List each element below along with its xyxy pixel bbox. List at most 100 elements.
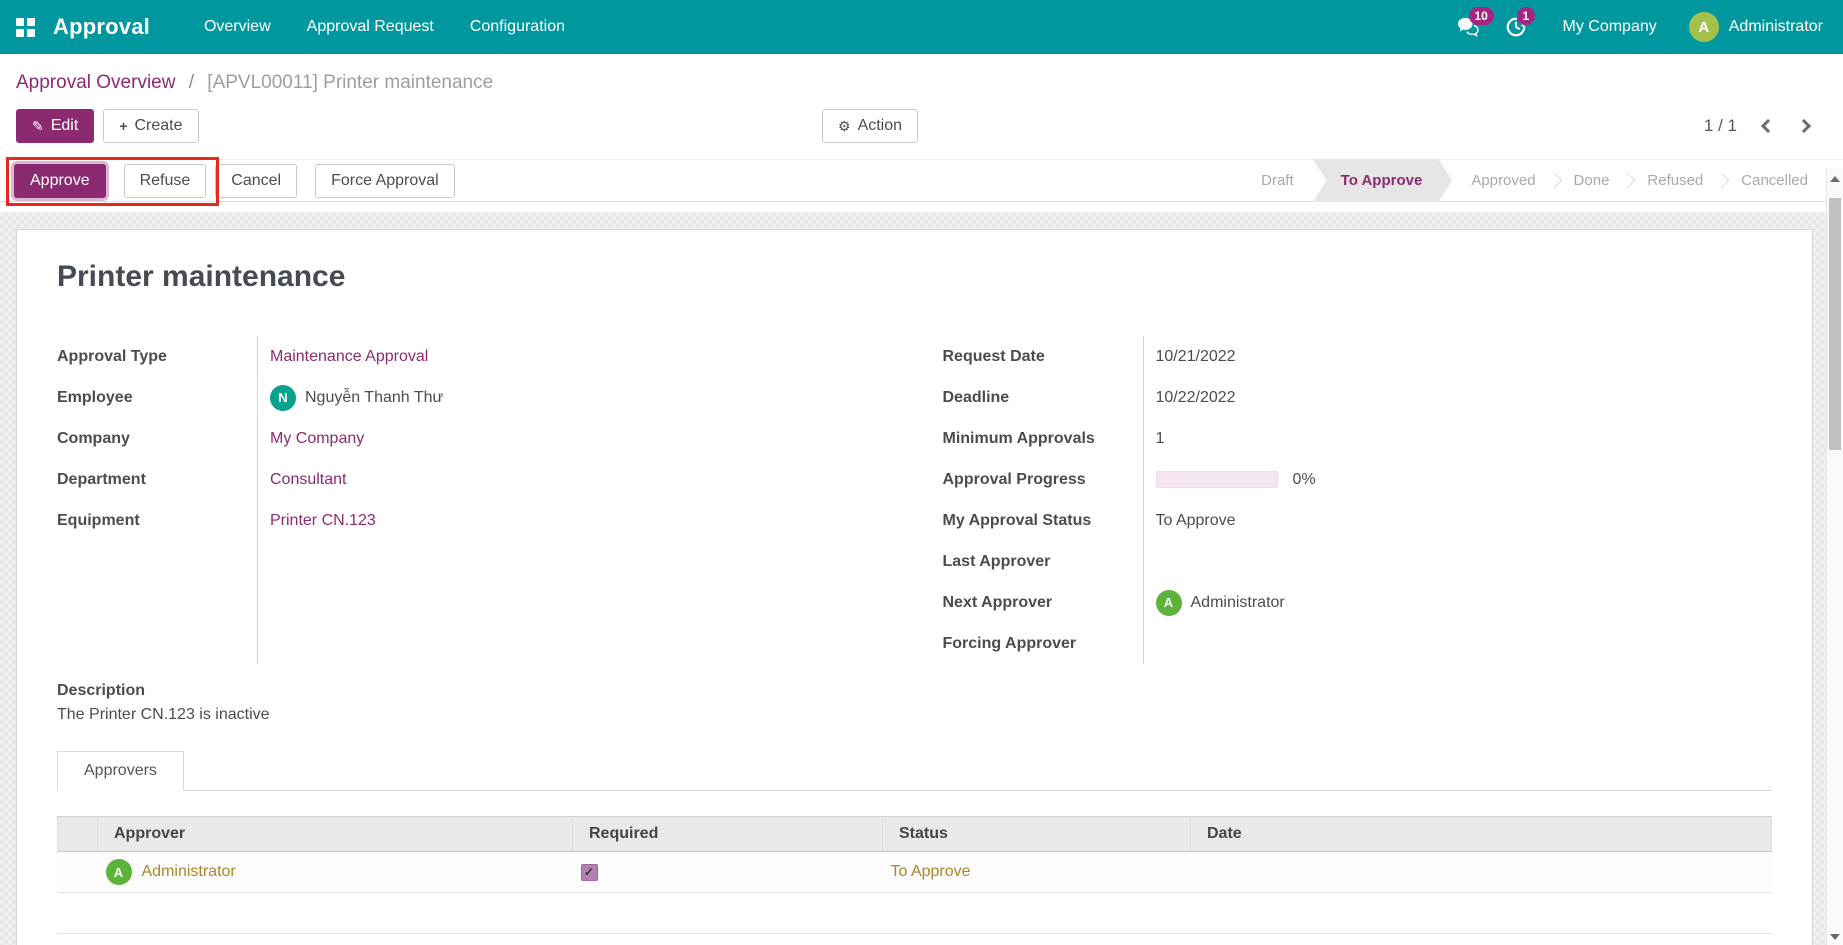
user-menu[interactable]: A Administrator <box>1688 12 1823 42</box>
field-last-approver: Last Approver <box>942 552 1051 570</box>
vertical-scrollbar[interactable] <box>1826 168 1843 945</box>
main-menu: Overview Approval Request Configuration <box>190 2 579 52</box>
content-area: Printer maintenance Approval Type Mainte… <box>0 212 1826 945</box>
state-to-approve[interactable]: To Approve <box>1313 159 1453 202</box>
approve-button[interactable]: Approve <box>14 163 106 198</box>
control-panel: Approval Overview / [APVL00011] Printer … <box>0 54 1843 159</box>
row-handle-cell <box>57 851 98 893</box>
table-empty-row <box>57 892 1772 934</box>
field-my-approval-status: My Approval Status To Approve <box>942 511 1236 529</box>
employee-name[interactable]: Nguyễn Thanh Thư <box>305 389 443 407</box>
user-name: Administrator <box>1728 18 1823 35</box>
approvers-table: Approver Required Status Date A Administ… <box>57 816 1772 934</box>
department-link[interactable]: Consultant <box>270 471 347 489</box>
apps-grid-icon[interactable] <box>16 17 35 37</box>
description-text: The Printer CN.123 is inactive <box>57 706 270 723</box>
column-status[interactable]: Status <box>882 816 1191 852</box>
tab-approvers[interactable]: Approvers <box>57 751 184 791</box>
record-title: Printer maintenance <box>57 260 346 293</box>
approval-type-link[interactable]: Maintenance Approval <box>270 348 428 366</box>
approval-progress-value: 0% <box>1292 470 1316 488</box>
top-navbar: Approval Overview Approval Request Confi… <box>0 0 1843 54</box>
messages-badge: 10 <box>1468 7 1494 25</box>
field-company: Company My Company <box>57 429 365 448</box>
breadcrumb: Approval Overview / [APVL00011] Printer … <box>16 72 1827 94</box>
column-handle <box>57 816 98 852</box>
field-approval-progress: Approval Progress 0% <box>942 470 1316 488</box>
next-approver-name[interactable]: Administrator <box>1191 594 1285 612</box>
state-approved[interactable]: Approved <box>1452 159 1554 202</box>
column-approver[interactable]: Approver <box>97 816 573 852</box>
approver-cell[interactable]: A Administrator <box>105 859 565 885</box>
company-link[interactable]: My Company <box>270 430 364 448</box>
menu-item-configuration[interactable]: Configuration <box>456 2 579 52</box>
minimum-approvals-value: 1 <box>1155 429 1165 447</box>
force-approval-button[interactable]: Force Approval <box>315 163 455 198</box>
description-block: Description The Printer CN.123 is inacti… <box>57 682 1772 724</box>
approver-name[interactable]: Administrator <box>142 863 236 881</box>
field-employee: Employee N Nguyễn Thanh Thư <box>57 377 887 418</box>
app-screen: Approval Overview Approval Request Confi… <box>0 0 1843 945</box>
navbar-right: 10 1 My Company A Administrator <box>1447 0 1823 54</box>
request-date-value: 10/21/2022 <box>1155 347 1236 365</box>
approval-progress-bar <box>1155 471 1278 488</box>
pencil-icon: ✎ <box>32 117 44 134</box>
field-deadline: Deadline 10/22/2022 <box>942 388 1236 406</box>
control-panel-buttons: ✎ Edit + Create ⚙ Action 1 / 1 <box>16 109 1827 159</box>
scroll-down-icon[interactable] <box>1830 934 1840 940</box>
app-title[interactable]: Approval <box>53 14 150 40</box>
field-forcing-approver: Forcing Approver <box>942 634 1077 652</box>
state-refused[interactable]: Refused <box>1628 159 1722 202</box>
state-done[interactable]: Done <box>1555 159 1629 202</box>
scroll-up-icon[interactable] <box>1830 176 1840 182</box>
pager-value: 1 / 1 <box>1703 116 1737 135</box>
field-department: Department Consultant <box>57 470 347 489</box>
gear-icon: ⚙ <box>838 117 851 134</box>
pager: 1 / 1 <box>1704 116 1827 136</box>
my-approval-status-value: To Approve <box>1155 511 1236 529</box>
column-required[interactable]: Required <box>572 816 883 852</box>
table-header-row: Approver Required Status Date <box>57 816 1772 852</box>
status-buttons: Approve Refuse Cancel Force Approval <box>6 156 455 206</box>
field-request-date: Request Date 10/21/2022 <box>942 347 1236 365</box>
messages-button[interactable]: 10 <box>1447 0 1494 54</box>
employee-avatar: N <box>270 384 296 411</box>
deadline-value: 10/22/2022 <box>1155 388 1236 406</box>
user-avatar: A <box>1688 12 1719 42</box>
menu-item-approval-request[interactable]: Approval Request <box>293 2 448 52</box>
annotation-wrap: Approve Refuse <box>6 156 220 206</box>
edit-button[interactable]: ✎ Edit <box>16 109 95 143</box>
right-field-group: Request Date 10/21/2022 Deadline 10/22/2… <box>943 336 1773 664</box>
state-cancelled[interactable]: Cancelled <box>1722 159 1827 202</box>
cancel-button[interactable]: Cancel <box>215 163 298 198</box>
breadcrumb-separator: / <box>188 72 195 93</box>
scrollbar-thumb[interactable] <box>1829 198 1841 450</box>
state-draft[interactable]: Draft <box>1242 159 1313 202</box>
field-grid: Approval Type Maintenance Approval Emplo… <box>57 336 1772 664</box>
pager-next-icon[interactable] <box>1796 118 1812 134</box>
breadcrumb-current: [APVL00011] Printer maintenance <box>207 72 494 93</box>
table-row[interactable]: A Administrator ✓ To Approve <box>57 851 1772 893</box>
create-button[interactable]: + Create <box>103 109 199 143</box>
approver-avatar: A <box>105 859 132 885</box>
field-minimum-approvals: Minimum Approvals 1 <box>942 429 1165 447</box>
activities-badge: 1 <box>1516 7 1536 25</box>
left-field-group: Approval Type Maintenance Approval Emplo… <box>57 336 887 664</box>
notebook-tabs: Approvers <box>57 750 1772 791</box>
row-status: To Approve <box>890 863 971 880</box>
statusbar-row: Approve Refuse Cancel Force Approval Dra… <box>0 156 1843 206</box>
activities-button[interactable]: 1 <box>1495 0 1537 54</box>
description-label: Description <box>57 682 146 699</box>
refuse-button[interactable]: Refuse <box>123 163 207 198</box>
action-button[interactable]: ⚙ Action <box>822 109 919 143</box>
field-next-approver: Next Approver A Administrator <box>943 582 1773 623</box>
required-checkbox[interactable]: ✓ <box>580 863 598 881</box>
column-date[interactable]: Date <box>1190 816 1772 852</box>
equipment-link[interactable]: Printer CN.123 <box>270 512 376 530</box>
breadcrumb-parent[interactable]: Approval Overview <box>16 72 175 93</box>
plus-icon: + <box>119 118 128 134</box>
menu-item-overview[interactable]: Overview <box>190 2 285 52</box>
company-switcher[interactable]: My Company <box>1543 18 1683 36</box>
pager-previous-icon[interactable] <box>1760 118 1776 134</box>
field-equipment: Equipment Printer CN.123 <box>57 511 376 530</box>
